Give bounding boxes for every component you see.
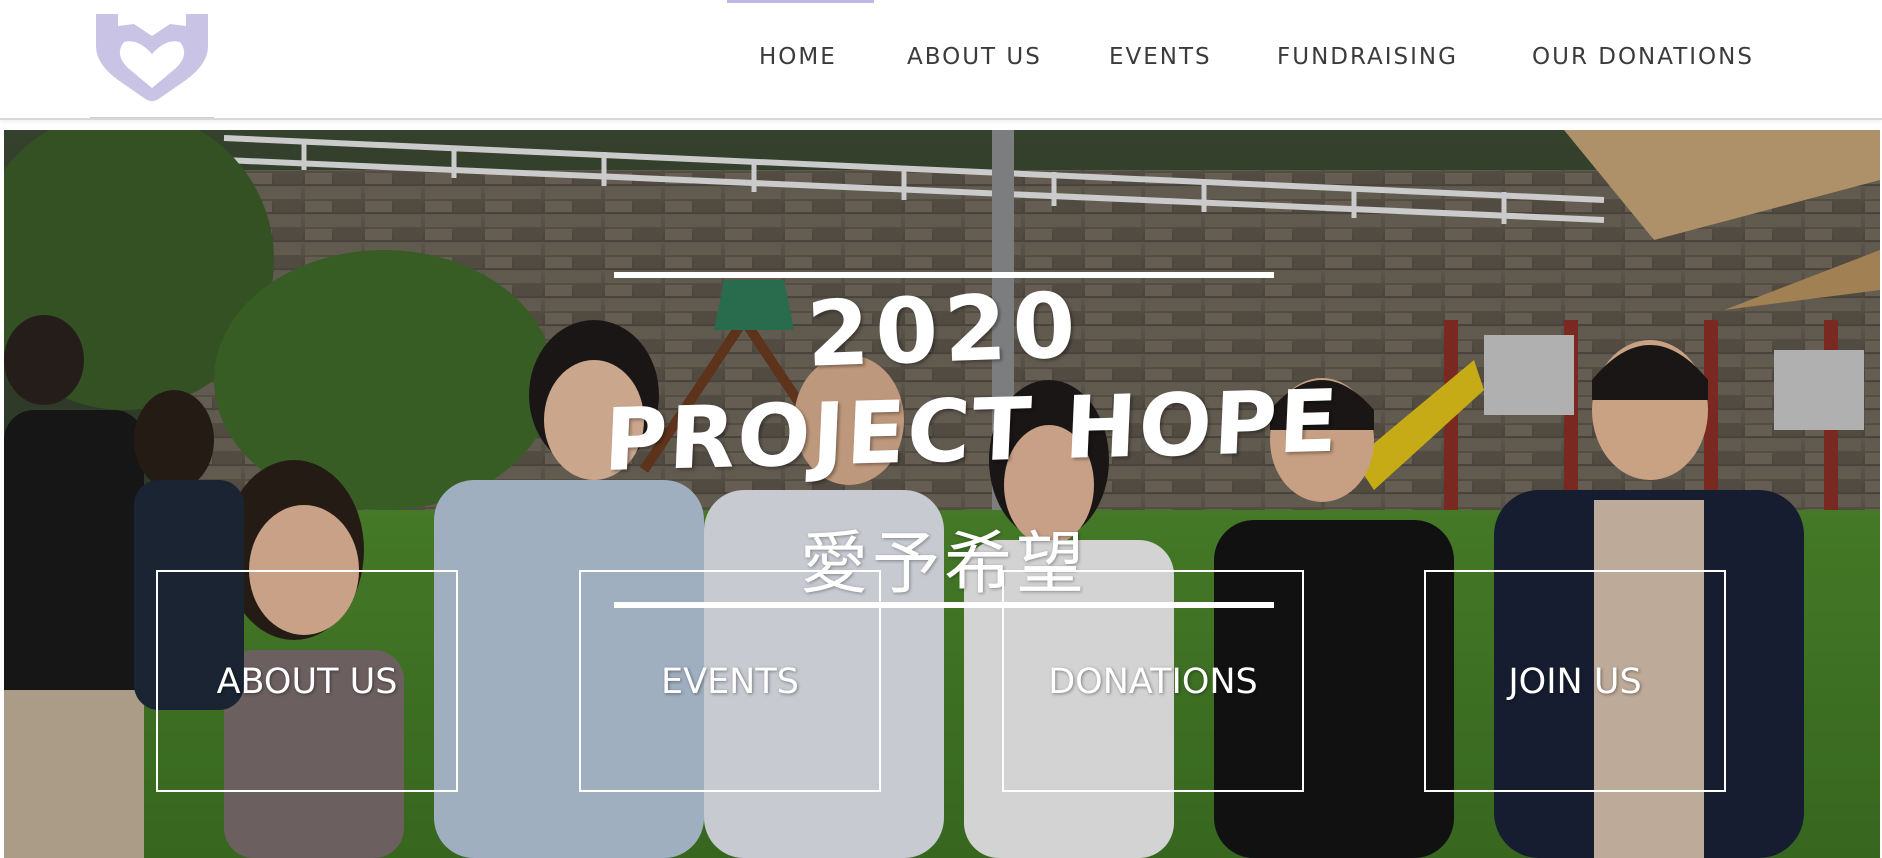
nav-active-indicator: [727, 0, 874, 3]
logo-divider: [90, 117, 214, 118]
donations-button[interactable]: DONATIONS: [1002, 570, 1304, 792]
about-us-button[interactable]: ABOUT US: [156, 570, 458, 792]
nav-about-us[interactable]: ABOUT US: [907, 40, 1042, 74]
hero-title: PROJECT HOPE: [601, 371, 1342, 491]
events-button[interactable]: EVENTS: [579, 570, 881, 792]
nav-fundraising[interactable]: FUNDRAISING: [1277, 40, 1458, 74]
donations-button-label: DONATIONS: [1048, 662, 1258, 702]
nav-events[interactable]: EVENTS: [1109, 40, 1212, 74]
nav-home[interactable]: HOME: [759, 40, 837, 74]
about-us-button-label: ABOUT US: [216, 662, 398, 702]
join-us-button[interactable]: JOIN US: [1424, 570, 1726, 792]
main-nav: HOME ABOUT US EVENTS FUNDRAISING OUR DON…: [0, 40, 1882, 74]
nav-our-donations[interactable]: OUR DONATIONS: [1532, 40, 1754, 74]
events-button-label: EVENTS: [661, 662, 799, 702]
join-us-button-label: JOIN US: [1508, 662, 1642, 702]
site-header: HOME ABOUT US EVENTS FUNDRAISING OUR DON…: [0, 0, 1882, 120]
hero-banner: 2020 PROJECT HOPE 愛予希望 ABOUT US EVENTS D…: [4, 130, 1880, 858]
